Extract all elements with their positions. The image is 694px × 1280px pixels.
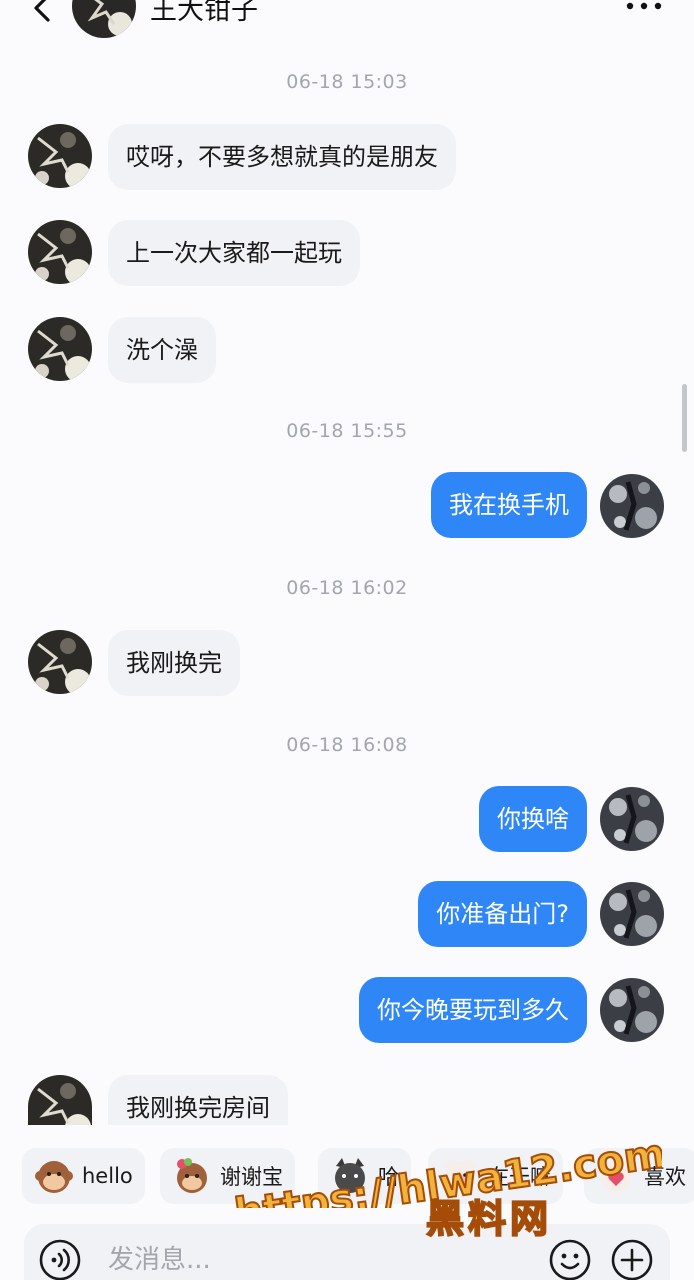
timestamp: 06-18 15:55 (286, 420, 408, 442)
sent-message[interactable]: 我在换手机 (431, 472, 587, 538)
site-watermark: https://hlwa12.com 黑料网 (222, 1118, 662, 1248)
my-avatar[interactable] (600, 787, 664, 851)
my-avatar[interactable] (600, 882, 664, 946)
contact-avatar[interactable] (28, 124, 92, 188)
contact-name: 王大钳子 (150, 0, 258, 26)
sent-message[interactable]: 你今晚要玩到多久 (359, 977, 587, 1043)
timestamp: 06-18 16:02 (286, 577, 408, 599)
contact-avatar[interactable] (28, 317, 92, 381)
timestamp: 06-18 15:03 (286, 71, 408, 93)
my-avatar[interactable] (600, 978, 664, 1042)
my-avatar[interactable] (600, 474, 664, 538)
scrollbar[interactable] (682, 384, 687, 452)
contact-avatar[interactable] (28, 1075, 92, 1125)
chat-header: 王大钳子 (0, 0, 694, 44)
quick-reply-label: hello (82, 1164, 133, 1188)
contact-avatar[interactable] (28, 220, 92, 284)
contact-avatar[interactable] (72, 0, 136, 38)
timestamp: 06-18 16:08 (286, 734, 408, 756)
received-message[interactable]: 哎呀，不要多想就真的是朋友 (108, 124, 456, 190)
monkey-emoji-icon (35, 1161, 73, 1193)
chevron-left-icon[interactable] (28, 0, 58, 28)
received-message[interactable]: 上一次大家都一起玩 (108, 220, 360, 286)
contact-avatar[interactable] (28, 630, 92, 694)
received-message[interactable]: 洗个澡 (108, 317, 216, 383)
voice-icon[interactable] (38, 1238, 82, 1280)
sent-message[interactable]: 你换啥 (479, 786, 587, 852)
watermark-site-name: 黑料网 (425, 1196, 553, 1242)
quick-reply-chip[interactable]: hello (22, 1148, 145, 1204)
monkey-flower-emoji-icon (177, 1158, 207, 1193)
more-dots-icon[interactable] (624, 0, 664, 16)
received-message[interactable]: 我刚换完 (108, 630, 240, 696)
sent-message[interactable]: 你准备出门? (418, 881, 587, 947)
